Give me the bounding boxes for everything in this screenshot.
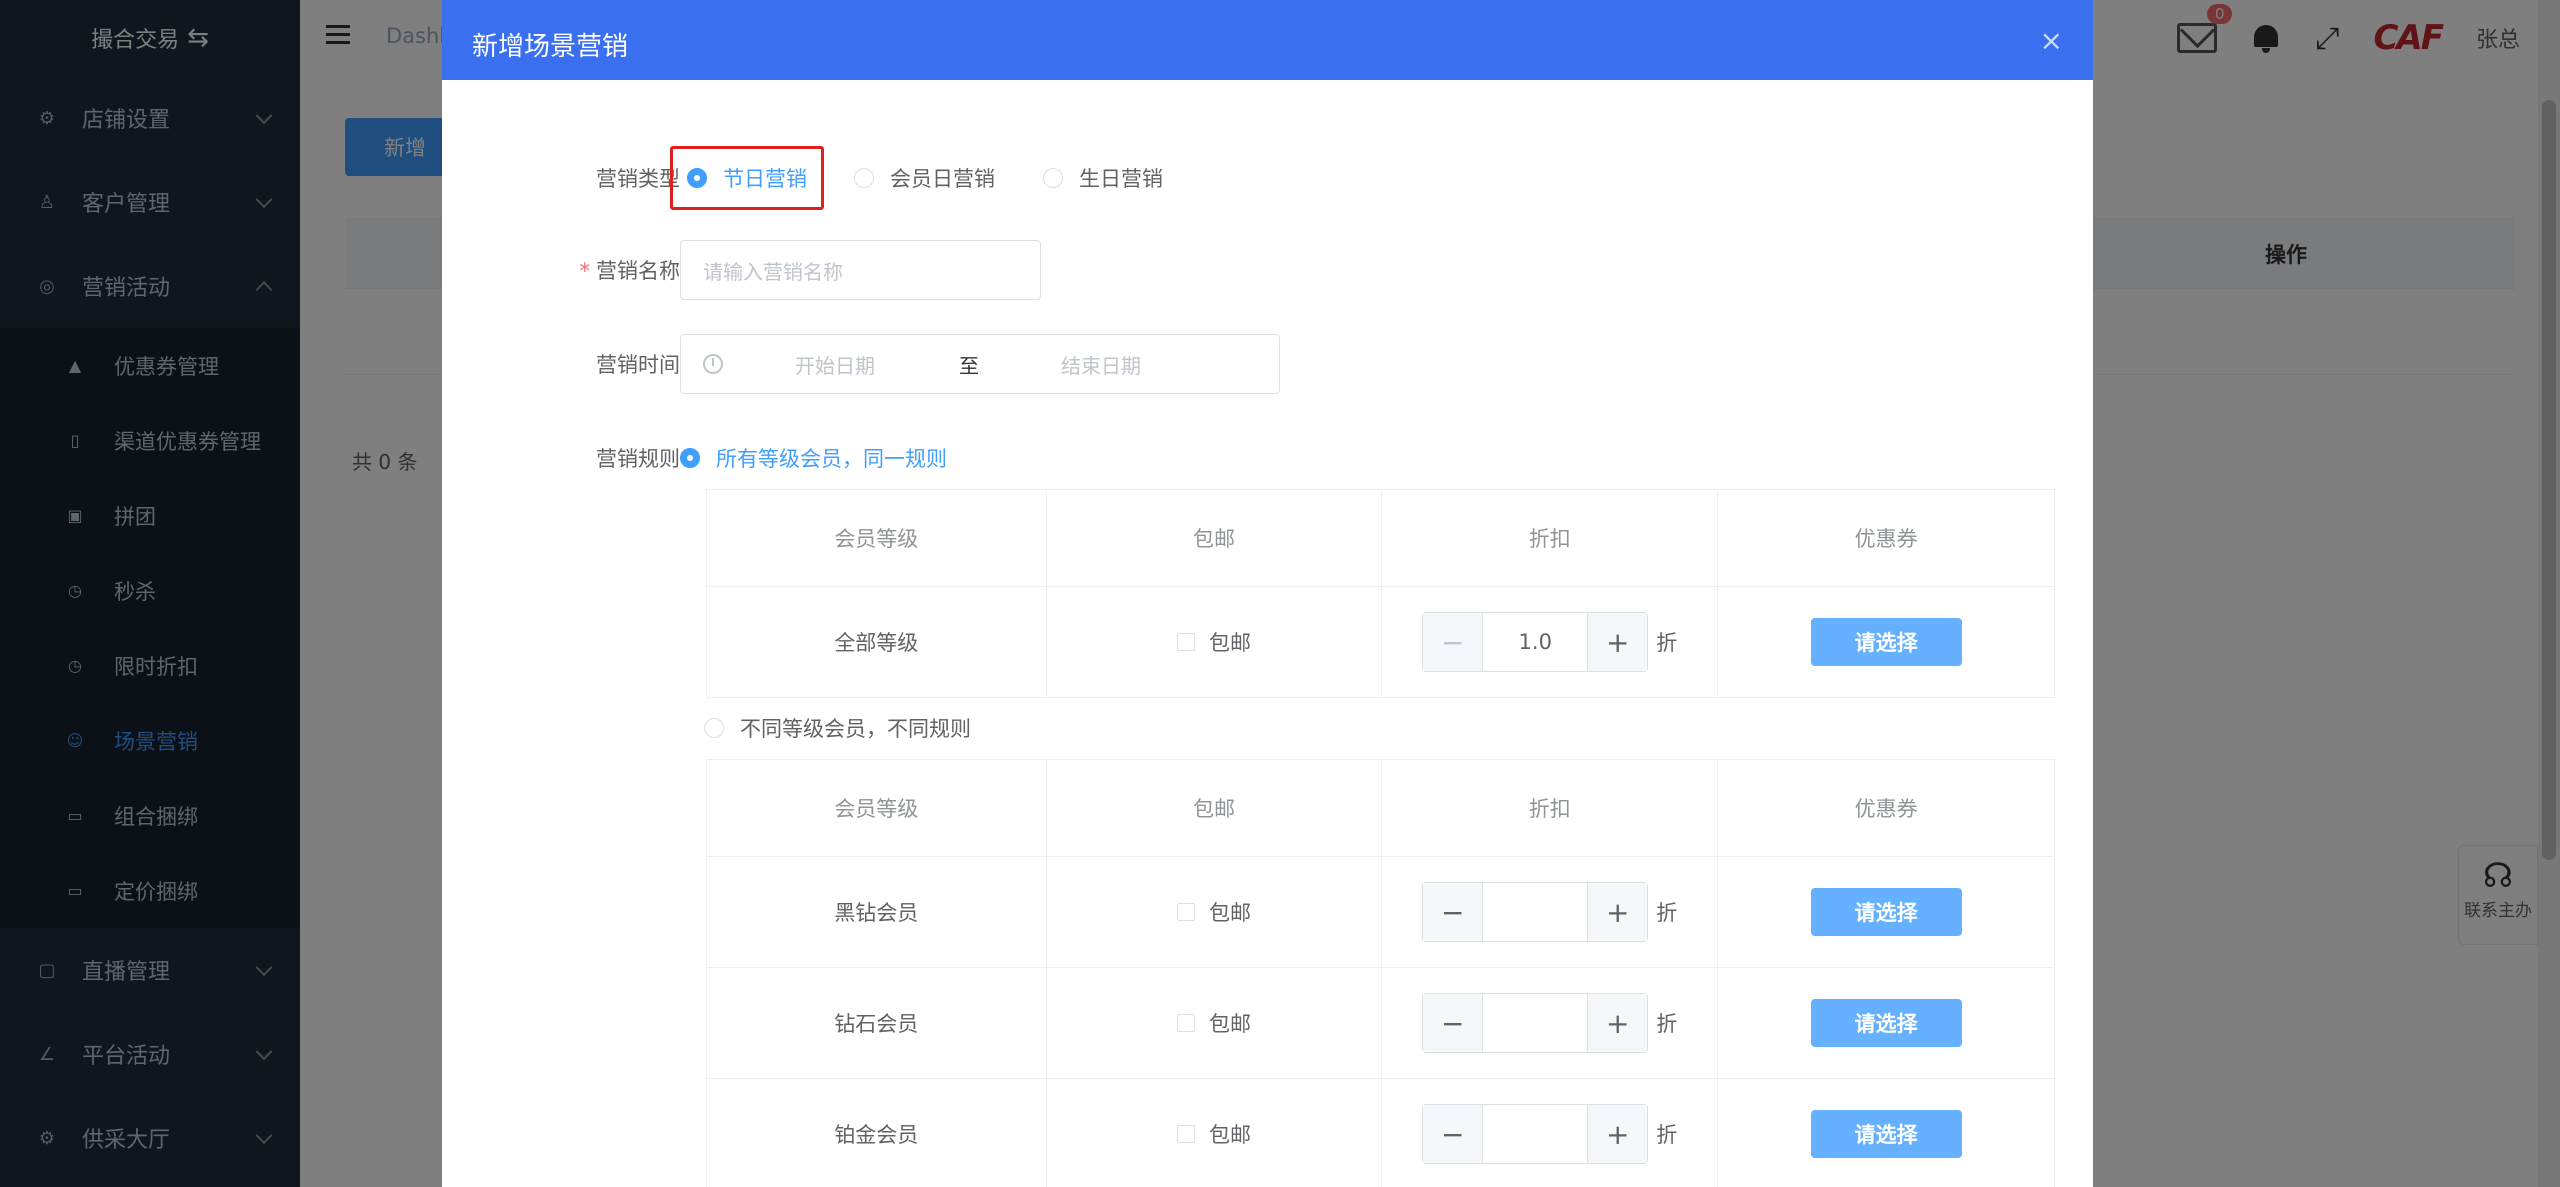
discount-value[interactable] xyxy=(1483,1105,1587,1163)
level-cell: 黑钻会员 xyxy=(706,856,1047,968)
free-shipping-checkbox[interactable]: 包邮 xyxy=(1176,627,1251,657)
radio-label: 不同等级会员，不同规则 xyxy=(740,717,971,741)
radio-birthday[interactable]: 生日营销 xyxy=(1043,163,1163,193)
discount-unit: 折 xyxy=(1656,901,1678,925)
name-input[interactable]: 请输入营销名称 xyxy=(680,240,1041,300)
discount-unit: 折 xyxy=(1656,1012,1678,1036)
dialog-title: 新增场景营销 xyxy=(472,32,629,62)
col-free-shipping: 包邮 xyxy=(1045,759,1383,857)
plus-button[interactable]: + xyxy=(1587,1105,1648,1163)
col-level: 会员等级 xyxy=(706,759,1047,857)
radio-label: 所有等级会员，同一规则 xyxy=(716,447,947,471)
radio-dot xyxy=(680,448,700,468)
select-coupon-button[interactable]: 请选择 xyxy=(1810,999,1962,1047)
free-shipping-checkbox[interactable]: 包邮 xyxy=(1176,1008,1251,1038)
checkbox-box xyxy=(1176,1014,1195,1032)
select-coupon-button[interactable]: 请选择 xyxy=(1810,888,1962,936)
table-row: 黑钻会员 包邮 − + 折 请选择 xyxy=(706,856,2055,968)
col-free-shipping: 包邮 xyxy=(1045,489,1383,587)
time-label: 营销时间 xyxy=(596,353,680,377)
plus-button[interactable]: + xyxy=(1587,994,1648,1052)
checkbox-box xyxy=(1176,903,1195,921)
dialog-header: 新增场景营销 × xyxy=(442,0,2093,80)
discount-value[interactable]: 1.0 xyxy=(1483,613,1587,671)
start-date-input[interactable]: 开始日期 xyxy=(795,350,875,379)
radio-label: 节日营销 xyxy=(723,167,807,191)
table-row: 铂金会员 包邮 − + 折 请选择 xyxy=(706,1078,2055,1187)
col-discount: 折扣 xyxy=(1381,759,1719,857)
radio-label: 生日营销 xyxy=(1079,167,1163,191)
level-cell: 全部等级 xyxy=(706,586,1047,698)
radio-rule-diff[interactable]: 不同等级会员，不同规则 xyxy=(704,713,971,743)
checkbox-box xyxy=(1176,1125,1195,1143)
range-separator: 至 xyxy=(959,353,979,378)
radio-dot xyxy=(687,168,707,188)
col-coupon: 优惠券 xyxy=(1717,489,2055,587)
rule-label: 营销规则 xyxy=(596,447,680,471)
radio-dot xyxy=(854,168,874,188)
plus-button[interactable]: + xyxy=(1587,613,1648,671)
plus-button[interactable]: + xyxy=(1587,883,1648,941)
minus-button[interactable]: − xyxy=(1423,994,1484,1052)
checkbox-label: 包邮 xyxy=(1208,1012,1251,1036)
col-level: 会员等级 xyxy=(706,489,1047,587)
end-date-input[interactable]: 结束日期 xyxy=(1061,350,1141,379)
discount-unit: 折 xyxy=(1656,631,1678,655)
minus-button[interactable]: − xyxy=(1423,1105,1484,1163)
select-coupon-button[interactable]: 请选择 xyxy=(1810,1110,1962,1158)
type-label: 营销类型 xyxy=(596,167,680,191)
checkbox-label: 包邮 xyxy=(1208,901,1251,925)
close-icon[interactable]: × xyxy=(2040,24,2063,57)
checkbox-label: 包邮 xyxy=(1208,631,1251,655)
col-coupon: 优惠券 xyxy=(1717,759,2055,857)
discount-unit: 折 xyxy=(1656,1123,1678,1147)
minus-button[interactable]: − xyxy=(1423,613,1484,671)
highlight-box: 节日营销 xyxy=(670,146,824,210)
radio-dot xyxy=(1043,168,1063,188)
level-cell: 钻石会员 xyxy=(706,967,1047,1079)
discount-stepper[interactable]: − + 折 xyxy=(1422,1104,1677,1164)
discount-value[interactable] xyxy=(1483,994,1587,1052)
free-shipping-checkbox[interactable]: 包邮 xyxy=(1176,1119,1251,1149)
date-range-picker[interactable]: 开始日期 至 结束日期 xyxy=(680,334,1280,394)
diff-rule-table: 会员等级 包邮 折扣 优惠券 黑钻会员 包邮 − + 折 请选择 钻石会员 包邮 −… xyxy=(706,759,2055,1187)
discount-value[interactable] xyxy=(1483,883,1587,941)
select-coupon-button[interactable]: 请选择 xyxy=(1810,618,1962,666)
radio-rule-same[interactable]: 所有等级会员，同一规则 xyxy=(680,443,947,473)
checkbox-box xyxy=(1176,633,1195,651)
table-row: 钻石会员 包邮 − + 折 请选择 xyxy=(706,967,2055,1079)
level-cell: 铂金会员 xyxy=(706,1078,1047,1187)
same-rule-table: 会员等级 包邮 折扣 优惠券 全部等级 包邮 −1.0 + 折 请选择 xyxy=(706,489,2055,698)
checkbox-label: 包邮 xyxy=(1208,1123,1251,1147)
radio-dot xyxy=(704,718,724,738)
name-label: * 营销名称 xyxy=(579,259,681,283)
discount-stepper[interactable]: −1.0 + 折 xyxy=(1422,612,1677,672)
clock-icon xyxy=(703,354,723,374)
radio-festival[interactable]: 节日营销 xyxy=(687,163,807,193)
add-scene-marketing-dialog: 新增场景营销 × 营销类型 节日营销 会员日营销 生日营销 *营销名称 请输入 xyxy=(442,0,2093,1187)
col-discount: 折扣 xyxy=(1381,489,1719,587)
minus-button[interactable]: − xyxy=(1423,883,1484,941)
discount-stepper[interactable]: − + 折 xyxy=(1422,993,1677,1053)
discount-stepper[interactable]: − + 折 xyxy=(1422,882,1677,942)
free-shipping-checkbox[interactable]: 包邮 xyxy=(1176,897,1251,927)
table-row: 全部等级 包邮 −1.0 + 折 请选择 xyxy=(706,586,2055,698)
radio-label: 会员日营销 xyxy=(890,167,995,191)
radio-member-day[interactable]: 会员日营销 xyxy=(854,163,995,193)
